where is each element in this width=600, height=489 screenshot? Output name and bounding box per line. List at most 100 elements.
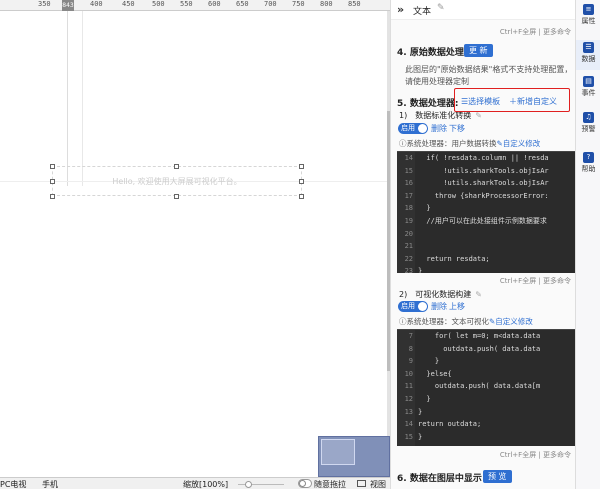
line-number: 10 [404,369,413,378]
fullscreen-hint[interactable]: Ctrl+F全屏 | 更多命令 [500,450,571,460]
bottom-toolbar: PC电视 手机 缩放[100%] 随意拖拉 视图 [0,477,390,489]
system-processor-label: ⓘ系统处理器：文本可视化 [399,317,489,326]
sidebar-item-events[interactable]: ▤ 事件 [576,76,600,98]
tab-mobile[interactable]: 手机 [42,479,58,489]
code-line[interactable]: return resdata; [418,253,489,266]
section5-title: 5. 数据处理器: [397,99,459,109]
data-panel: » 文本 ✎ Ctrl+F全屏 | 更多命令 4. 原始数据处理 更 新 此图层… [390,0,575,489]
line-number: 21 [404,242,413,251]
processor2-system-info: ⓘ系统处理器：文本可视化✎自定义修改 [399,316,533,327]
processor2-code-editor[interactable]: 7 for( let m=0; m<data.data 8 outdata.pu… [397,329,575,446]
guide-line [82,11,83,186]
code-line[interactable]: outdata.push( data.data [418,343,540,356]
code-line[interactable]: } [418,265,422,273]
tab-pc-tv[interactable]: PC电视 [0,479,26,489]
line-number: 12 [404,394,413,403]
sidebar-item-data[interactable]: ☰ 数据 [576,40,600,70]
resize-handle[interactable] [174,194,179,199]
resize-handle[interactable] [50,179,55,184]
code-line[interactable]: } [418,406,422,419]
code-line[interactable]: outdata.push( data.data[m [418,380,540,393]
minimap-viewport[interactable] [321,439,355,465]
fullscreen-hint[interactable]: Ctrl+F全屏 | 更多命令 [500,27,571,37]
processor1-code-editor[interactable]: 14 if( !resdata.column || !resda 15 !uti… [397,151,575,273]
panel-header: » 文本 ✎ [391,0,575,20]
line-number: 19 [404,216,413,225]
line-number: 8 [408,344,413,353]
properties-icon: ≡ [583,4,594,15]
ruler-tick: 850 [348,0,361,8]
section4-title: 4. 原始数据处理 [397,48,464,58]
collapse-chevron-icon[interactable]: » [397,3,404,16]
code-line[interactable]: }else{ [418,368,451,381]
panel-title: 文本 [413,7,432,17]
code-line[interactable]: return outdata; [418,418,481,431]
event-icon: ▤ [583,76,594,87]
custom-edit-link[interactable]: ✎自定义修改 [489,317,533,326]
right-sidebar: ≡ 属性 ☰ 数据 ▤ 事件 ♫ 预警 ? 帮助 [575,0,600,489]
edit-pencil-icon[interactable]: ✎ [475,111,482,120]
resize-handle[interactable] [299,164,304,169]
zoom-slider-knob[interactable] [245,481,252,488]
processor1-title-text: 1) 数据标准化转换 [399,111,472,120]
sidebar-item-help[interactable]: ? 帮助 [576,152,600,174]
highlight-box [454,88,570,112]
code-line[interactable]: for( let m=0; m<data.data [418,330,540,343]
design-canvas[interactable]: 350 400 450 500 550 600 650 700 750 800 … [0,0,390,477]
resize-handle[interactable] [50,194,55,199]
update-button[interactable]: 更 新 [464,44,493,57]
edit-pencil-icon[interactable]: ✎ [437,3,445,13]
processor2-enable-toggle[interactable]: 启用 [398,301,428,312]
zoom-label: 缩放[100%] [183,480,229,489]
ruler-tick: 400 [90,0,103,8]
ruler-tick: 650 [236,0,249,8]
resize-handle[interactable] [299,194,304,199]
code-line[interactable]: !utils.sharkTools.objIsAr [418,177,548,190]
sidebar-item-label: 数据 [581,55,596,63]
edit-pencil-icon[interactable]: ✎ [475,290,482,299]
code-line[interactable]: } [418,202,430,215]
sidebar-item-label: 帮助 [581,165,596,173]
line-number: 9 [408,357,413,366]
section4-description: 此图层的"原始数据结果"格式不支持处理配置，请使用处理器定制 [405,65,573,86]
zoom-slider[interactable] [238,481,284,488]
processor1-delete-link[interactable]: 删除 [431,123,447,134]
line-number: 20 [404,229,413,238]
processor1-move-down-link[interactable]: 下移 [449,123,465,134]
code-line[interactable]: !utils.sharkTools.objIsAr [418,165,548,178]
toggle-knob [418,302,427,311]
resize-handle[interactable] [50,164,55,169]
free-drag-label: 随意拖拉 [314,480,346,489]
line-number: 7 [408,332,413,340]
system-processor-label: ⓘ系统处理器：用户数据转换 [399,139,497,148]
code-line[interactable]: throw {sharkProcessorError: [418,190,549,203]
processor2-title: 2) 可视化数据构建 ✎ [399,289,482,300]
free-drag-toggle[interactable] [298,479,312,488]
code-line[interactable]: //用户可以在此处接组件示例数据要求 [418,215,546,228]
minimap[interactable] [318,436,390,477]
processor2-delete-link[interactable]: 删除 [431,301,447,312]
database-icon: ☰ [583,42,594,53]
resize-handle[interactable] [174,164,179,169]
sidebar-item-properties[interactable]: ≡ 属性 [576,4,600,26]
line-number: 15 [404,166,413,175]
code-line[interactable]: } [418,393,430,406]
toggle-knob [299,480,306,487]
processor2-move-up-link[interactable]: 上移 [449,301,465,312]
fullscreen-hint[interactable]: Ctrl+F全屏 | 更多命令 [500,276,571,286]
code-line[interactable]: } [418,355,439,368]
sidebar-item-alarm[interactable]: ♫ 预警 [576,112,600,134]
view-label[interactable]: 视图 [370,479,386,489]
resize-handle[interactable] [299,179,304,184]
code-line[interactable]: } [418,431,422,444]
line-number: 16 [404,179,413,188]
ruler-tick: 800 [320,0,333,8]
line-number: 14 [404,154,413,162]
preview-button[interactable]: 预 览 [483,470,512,483]
line-number: 22 [404,254,413,263]
processor1-enable-toggle[interactable]: 启用 [398,123,428,134]
custom-edit-link[interactable]: ✎自定义修改 [497,139,541,148]
ruler-tick: 550 [180,0,193,8]
view-icon[interactable] [357,480,366,487]
code-line[interactable]: if( !resdata.column || !resda [418,152,548,165]
